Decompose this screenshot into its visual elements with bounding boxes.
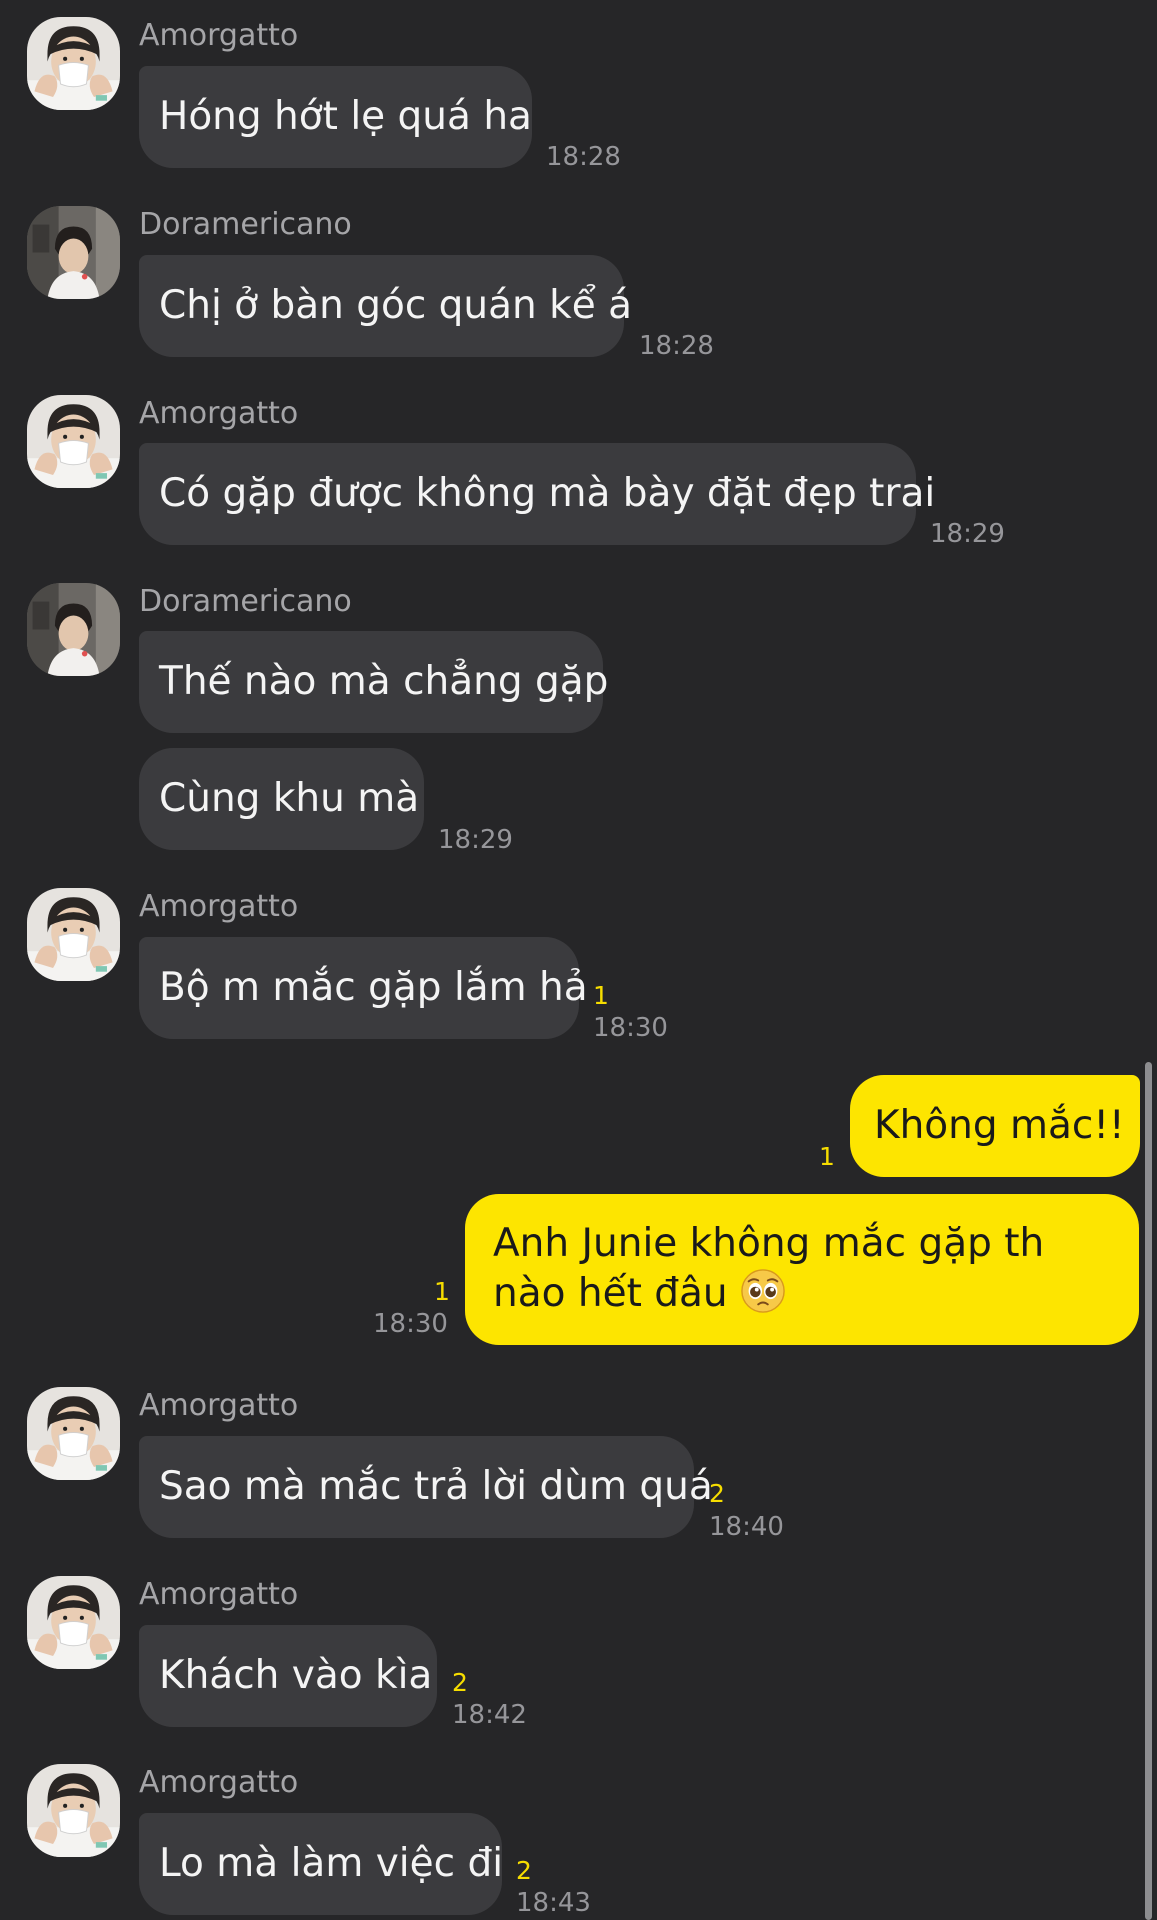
sender-name: Amorgatto [139,1577,299,1612]
unread-count: 2 [516,1856,532,1885]
sender-name: Doramericano [139,207,352,242]
avatar-amorgatto[interactable] [27,888,120,981]
avatar-amorgatto[interactable] [27,17,120,110]
avatar-doramericano[interactable] [27,206,120,299]
message-time: 18:29 [438,825,513,855]
sender-name: Amorgatto [139,396,299,431]
message-time: 18:28 [546,142,621,172]
avatar-doramericano[interactable] [27,583,120,676]
message-time: 18:30 [593,1013,668,1043]
message-time: 18:42 [452,1700,527,1730]
unread-count: 2 [709,1479,725,1508]
sender-name: Amorgatto [139,18,299,53]
message-bubble[interactable]: Có gặp được không mà bày đặt đẹp trai [139,443,935,545]
sender-name: Amorgatto [139,889,299,924]
scrollbar[interactable] [1145,1062,1152,1920]
unread-count: 2 [452,1668,468,1697]
avatar-amorgatto[interactable] [27,1764,120,1857]
avatar-amorgatto[interactable] [27,1576,120,1669]
message-bubble[interactable]: Thế nào mà chẳng gặp [139,631,608,733]
pleading-face-icon [740,1268,786,1314]
avatar-amorgatto[interactable] [27,1387,120,1480]
unread-count: 1 [593,981,609,1010]
outgoing-message-bubble[interactable]: Anh Junie không mắc gặp th nào hết đâu [465,1194,1139,1345]
message-time: 18:28 [639,331,714,361]
message-time: 18:43 [516,1888,591,1918]
message-bubble[interactable]: Khách vào kìa [139,1625,437,1727]
message-bubble[interactable]: Lo mà làm việc đi [139,1813,503,1915]
sender-name: Amorgatto [139,1388,299,1423]
message-time: 18:40 [709,1512,784,1542]
message-bubble[interactable]: Bộ m mắc gặp lắm hả [139,937,588,1039]
unread-count: 1 [434,1277,450,1306]
message-time: 18:30 [373,1309,448,1339]
message-bubble[interactable]: Chị ở bàn góc quán kể á [139,255,632,357]
message-bubble[interactable]: Hóng hớt lẹ quá ha [139,66,532,168]
chat-message-list[interactable]: Amorgatto Hóng hớt lẹ quá ha 18:28 Doram… [0,0,1157,1920]
avatar-amorgatto[interactable] [27,395,120,488]
sender-name: Amorgatto [139,1765,299,1800]
sender-name: Doramericano [139,584,352,619]
message-bubble[interactable]: Sao mà mắc trả lời dùm quá [139,1436,713,1538]
unread-count: 1 [819,1142,835,1171]
outgoing-message-bubble[interactable]: Không mắc!! [850,1075,1140,1177]
message-time: 18:29 [930,519,1005,549]
message-bubble[interactable]: Cùng khu mà [139,748,424,850]
